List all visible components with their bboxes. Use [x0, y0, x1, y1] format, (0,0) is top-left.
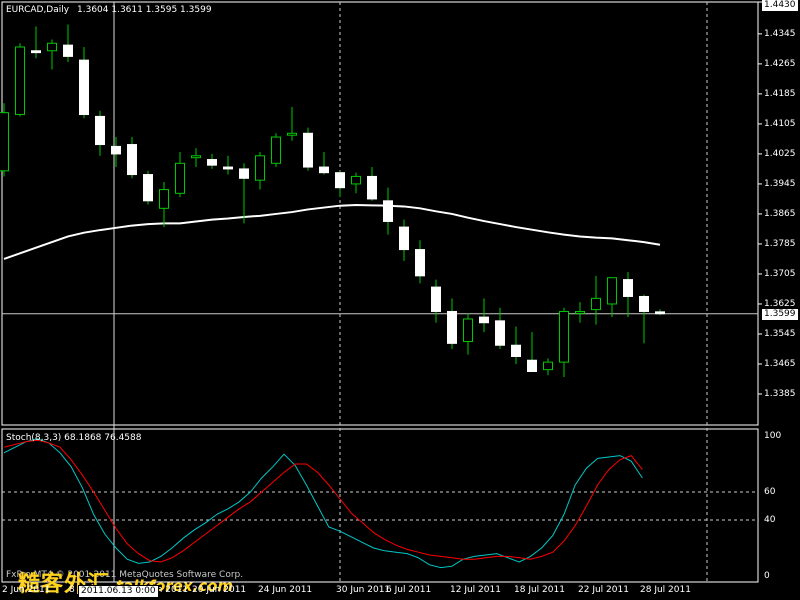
- chart-canvas: [0, 1, 762, 583]
- date-label: 18 Jul 2011: [514, 585, 565, 595]
- current-price-badge: 1.3599: [762, 308, 798, 320]
- price-tick-label: 1.4430: [762, 0, 798, 11]
- price-tick-label: 1.3705: [764, 268, 796, 279]
- candle-body-bear: [447, 310, 457, 344]
- price-tick-label: 1.3945: [764, 178, 796, 189]
- moving-average-line: [3, 203, 661, 260]
- candle-body-bull: [271, 136, 281, 164]
- candle-body-bull: [559, 310, 569, 363]
- candle-body-bull: [255, 155, 265, 181]
- candle-body-bear: [495, 320, 505, 346]
- stoch-level-label: 100: [764, 431, 782, 441]
- stochastic-oscillator: [2, 438, 758, 569]
- stoch-signal-line: [3, 439, 643, 563]
- date-label: 24 Jun 2011: [258, 585, 313, 595]
- candle-body-bear: [63, 44, 73, 57]
- candle-body-bear: [639, 295, 649, 312]
- candle-body-bear: [79, 59, 89, 116]
- candle-body-bear: [479, 316, 489, 324]
- date-label: 30 Jun 2011: [336, 585, 391, 595]
- price-tick-label: 1.3785: [764, 238, 796, 249]
- candle-body-bear: [511, 344, 521, 357]
- main-panel-border: [1, 1, 759, 426]
- candle-body-bear: [143, 174, 153, 202]
- candle-body-bull: [0, 112, 9, 172]
- price-tick-label: 1.4265: [764, 58, 796, 69]
- date-label: 28 Jul 2011: [640, 585, 691, 595]
- candlestick-series: [0, 24, 665, 378]
- price-tick-label: 1.3465: [764, 358, 796, 369]
- candle-body-bear: [31, 50, 41, 54]
- stoch-label: Stoch(8,3,3) 68.1868 76.4588: [6, 433, 142, 443]
- candle-body-bull: [575, 310, 585, 314]
- date-label: 22 Jul 2011: [578, 585, 629, 595]
- candle-body-bear: [303, 132, 313, 168]
- candle-body-bear: [239, 168, 249, 179]
- candle-body-bear: [431, 286, 441, 312]
- candle-body-bull: [463, 318, 473, 342]
- price-tick-label: 1.4185: [764, 88, 796, 99]
- candle-body-bear: [95, 115, 105, 146]
- candle-body-bear: [415, 249, 425, 277]
- stoch-panel-border: [1, 428, 759, 583]
- candle-body-bear: [335, 172, 345, 189]
- candle-body-bull: [591, 297, 601, 311]
- price-tick-label: 1.3385: [764, 389, 796, 399]
- candle-body-bear: [319, 166, 329, 174]
- price-tick-label: 1.3545: [764, 328, 796, 339]
- candle-body-bear: [207, 159, 217, 166]
- price-tick-label: 1.4025: [764, 148, 796, 159]
- symbol-title: EURCAD,Daily: [6, 5, 70, 15]
- candle-body-bear: [111, 145, 121, 155]
- cursor-date-badge: 2011.06.13 0:00: [78, 585, 159, 598]
- candle-body-bear: [655, 311, 665, 315]
- candle-body-bear: [383, 200, 393, 222]
- candle-body-bull: [15, 46, 25, 116]
- candle-body-bull: [607, 277, 617, 305]
- candle-body-bull: [191, 155, 201, 159]
- price-tick-label: 1.4345: [764, 28, 796, 39]
- candle-body-bull: [175, 162, 185, 194]
- candle-body-bear: [527, 359, 537, 372]
- candle-body-bear: [127, 144, 137, 176]
- candle-body-bear: [367, 175, 377, 200]
- candle-body-bull: [351, 175, 361, 185]
- candle-body-bear: [399, 226, 409, 251]
- candle-body-bull: [543, 361, 553, 371]
- date-label: 20 Jun 2011: [192, 585, 247, 595]
- moving-average-layer: [3, 203, 661, 260]
- ohlc-readout: 1.3604 1.3611 1.3595 1.3599: [77, 5, 212, 15]
- price-tick-label: 1.4105: [764, 118, 796, 129]
- stoch-level-label: 0: [764, 571, 770, 581]
- date-label: 2 Jun 2011: [2, 585, 51, 595]
- date-label: 6 Jul 2011: [386, 585, 432, 595]
- candle-body-bear: [223, 166, 233, 170]
- candle-body-bull: [287, 132, 297, 136]
- stoch-main-line: [3, 438, 643, 569]
- date-label: 12 Jul 2011: [450, 585, 501, 595]
- candle-body-bear: [623, 279, 633, 297]
- stoch-level-label: 40: [764, 515, 776, 525]
- chart-frame: [1, 1, 762, 583]
- price-tick-label: 1.3865: [764, 208, 796, 219]
- candle-body-bull: [47, 42, 57, 52]
- candle-body-bull: [159, 189, 169, 209]
- stoch-level-label: 60: [764, 487, 776, 497]
